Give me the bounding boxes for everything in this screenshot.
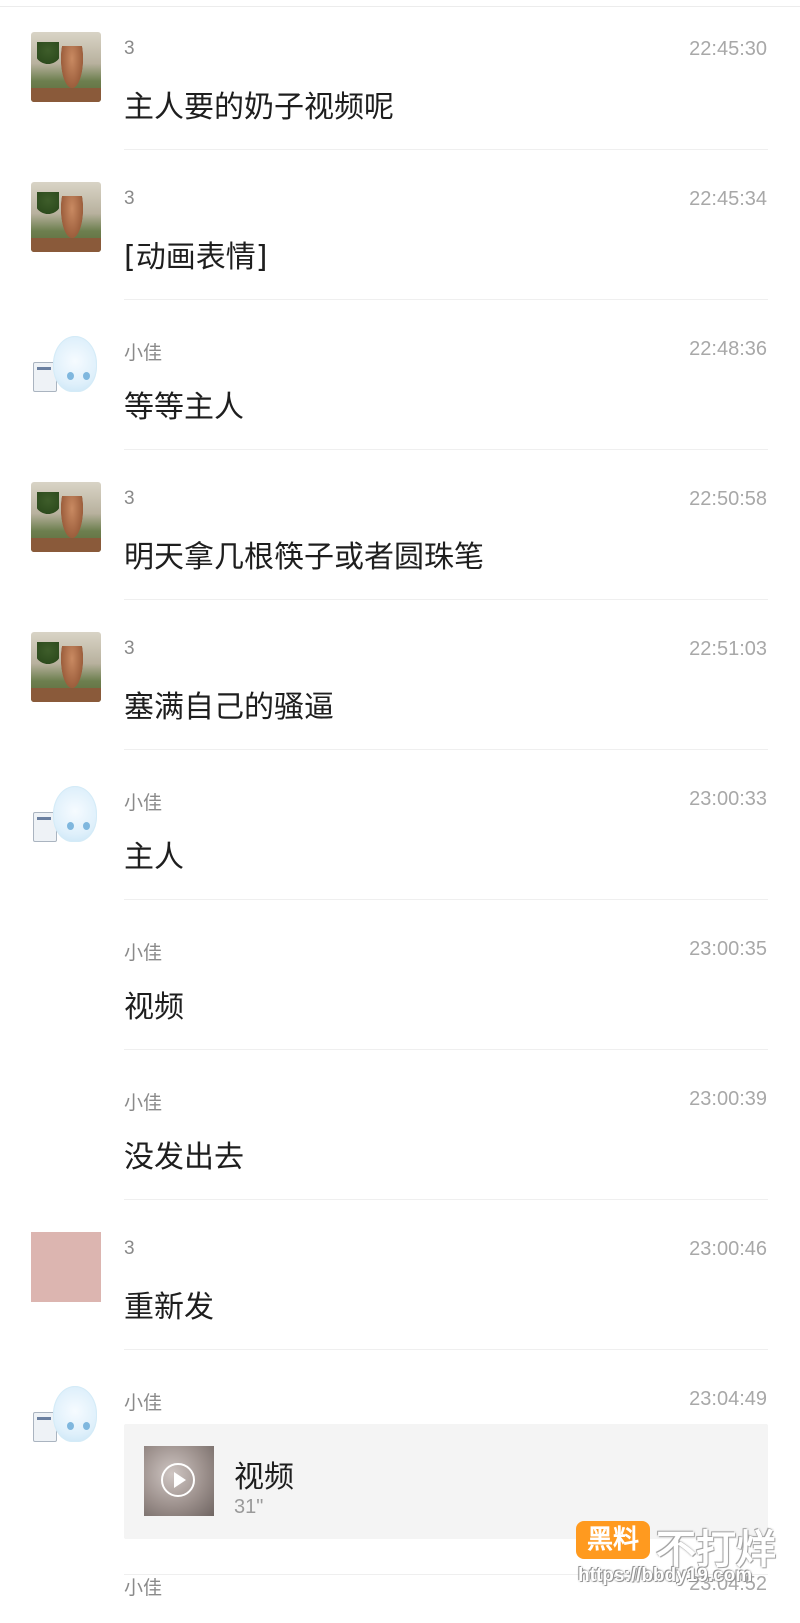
character-head-shape [53, 786, 97, 842]
sender-name: 小佳 [124, 343, 163, 364]
chat-message[interactable]: 3 22:45:30 主人要的奶子视频呢 [0, 0, 800, 150]
message-text: 视频 [124, 990, 184, 1025]
person-shape [61, 646, 83, 688]
character-head-shape [53, 336, 97, 392]
chat-message[interactable]: 小佳 23:00:35 视频 [0, 900, 800, 1050]
watermark: 黑料 不打烊 https://bbdy19.com [572, 1515, 782, 1595]
ground-shape [31, 688, 101, 702]
message-time: 23:00:33 [689, 788, 767, 810]
palm-tree-shape [37, 492, 59, 520]
sender-avatar[interactable] [31, 1382, 101, 1452]
chat-message[interactable]: 3 22:51:03 塞满自己的骚逼 [0, 600, 800, 750]
sender-name: 3 [124, 188, 135, 209]
sender-avatar[interactable] [31, 32, 101, 102]
video-duration: 31" [234, 1496, 264, 1518]
chat-message[interactable]: 3 23:00:46 重新发 [0, 1200, 800, 1350]
ground-shape [31, 238, 101, 252]
sender-name: 小佳 [124, 1393, 163, 1414]
sender-avatar[interactable] [31, 482, 101, 552]
person-shape [61, 496, 83, 538]
palm-tree-shape [37, 42, 59, 70]
sender-name: 3 [124, 38, 135, 59]
message-time: 22:50:58 [689, 488, 767, 510]
message-text: 没发出去 [124, 1140, 244, 1175]
chat-message[interactable]: 小佳 22:48:36 等等主人 [0, 300, 800, 450]
message-time: 22:48:36 [689, 338, 767, 360]
chat-message[interactable]: 3 22:45:34 [动画表情] [0, 150, 800, 300]
watermark-badge: 黑料 [576, 1521, 650, 1559]
message-text: [动画表情] [124, 240, 268, 275]
character-eye [67, 1422, 74, 1430]
message-time: 22:51:03 [689, 638, 767, 660]
character-head-shape [53, 1386, 97, 1442]
sender-name: 小佳 [124, 943, 163, 964]
message-text: 重新发 [124, 1290, 214, 1325]
ground-shape [31, 88, 101, 102]
sender-name: 小佳 [124, 1578, 163, 1599]
video-thumbnail[interactable] [144, 1446, 214, 1516]
sender-name: 小佳 [124, 793, 163, 814]
message-time: 23:00:39 [689, 1088, 767, 1110]
message-time: 23:00:46 [689, 1238, 767, 1260]
character-eye [83, 1422, 90, 1430]
sender-avatar[interactable] [31, 332, 101, 402]
ground-shape [31, 538, 101, 552]
message-text: 主人要的奶子视频呢 [124, 90, 394, 125]
sender-avatar[interactable] [31, 1232, 101, 1302]
person-shape [61, 46, 83, 88]
message-text: 等等主人 [124, 390, 244, 425]
message-text: 主人 [124, 840, 184, 875]
person-shape [61, 196, 83, 238]
chat-message[interactable]: 小佳 23:00:33 主人 [0, 750, 800, 900]
character-eye [83, 372, 90, 380]
message-time: 22:45:34 [689, 188, 767, 210]
sender-avatar[interactable] [31, 182, 101, 252]
message-text: 明天拿几根筷子或者圆珠笔 [124, 540, 484, 575]
palm-tree-shape [37, 642, 59, 670]
chat-message[interactable]: 小佳 23:00:39 没发出去 [0, 1050, 800, 1200]
character-eye [83, 822, 90, 830]
message-time: 22:45:30 [689, 38, 767, 60]
message-time: 23:00:35 [689, 938, 767, 960]
watermark-url: https://bbdy19.com [578, 1565, 753, 1586]
palm-tree-shape [37, 192, 59, 220]
message-text: 塞满自己的骚逼 [124, 690, 334, 725]
sender-name: 3 [124, 488, 135, 509]
message-time: 23:04:49 [689, 1388, 767, 1410]
sender-name: 3 [124, 1238, 135, 1259]
sender-avatar[interactable] [31, 632, 101, 702]
sender-name: 3 [124, 638, 135, 659]
video-title: 视频 [234, 1460, 294, 1495]
character-eye [67, 822, 74, 830]
chat-message[interactable]: 3 22:50:58 明天拿几根筷子或者圆珠笔 [0, 450, 800, 600]
sender-avatar[interactable] [31, 782, 101, 852]
play-icon[interactable] [161, 1463, 195, 1497]
character-eye [67, 372, 74, 380]
sender-name: 小佳 [124, 1093, 163, 1114]
